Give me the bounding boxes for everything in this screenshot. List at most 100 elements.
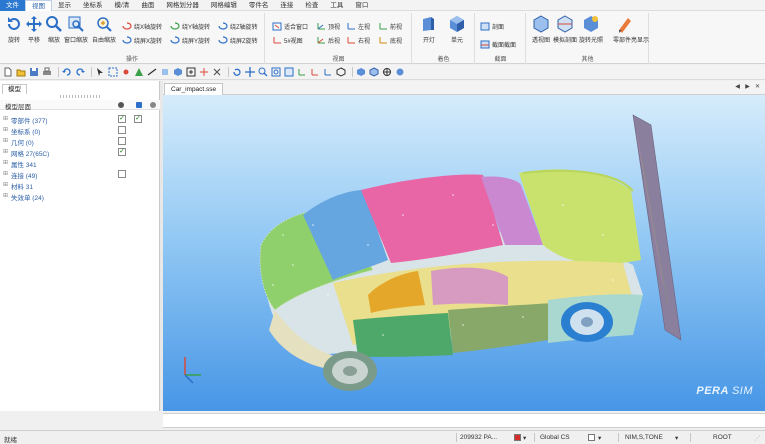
side-icon[interactable] [310,67,320,77]
back-view-button[interactable]: 后视 [316,35,340,45]
invert-icon[interactable] [199,67,209,77]
shaded-icon[interactable] [356,67,366,77]
status-dropdown-arrow[interactable]: ▾ [675,434,678,442]
3d-viewport[interactable]: PERA SIM [163,95,765,411]
zoom-window-icon[interactable] [271,67,281,77]
fit-window-button[interactable]: 适合窗口 [272,21,308,31]
redo-icon[interactable] [75,67,85,77]
free-zoom-button[interactable]: 自由缩放 [92,15,116,44]
bottom-view-button[interactable]: 底视 [378,35,402,45]
menu-mesher[interactable]: 网格划分器 [160,0,205,11]
status-mode[interactable]: NIM,S,TONE [625,434,663,441]
top-icon[interactable] [323,67,333,77]
tree-item-properties[interactable]: ⊞ 属性 341 [0,157,160,169]
expand-icon[interactable]: ⊞ [3,170,8,177]
tree-item-mesh[interactable]: ⊞ 网格 27(65C) ✓ [0,146,160,158]
window-zoom-button[interactable]: 窗口缩放 [64,15,88,44]
expand-icon[interactable]: ⊞ [3,126,8,133]
highlight-part-button[interactable]: 零部件亮显示 [613,15,649,44]
lighting-icon[interactable] [395,67,405,77]
tree-item-failed-elements[interactable]: ⊞ 失效单 (24) [0,190,160,202]
pick-checkbox[interactable]: ✓ [134,114,142,123]
menu-surface[interactable]: 曲面 [135,0,160,11]
pick-node-icon[interactable] [121,67,131,77]
tab-close-icon[interactable]: ✕ [754,84,761,91]
new-file-icon[interactable] [3,67,13,77]
tab-car-impact[interactable]: Car_impact.sse [164,83,224,95]
expand-icon[interactable]: ⊞ [3,148,8,155]
save-icon[interactable] [29,67,39,77]
resize-grip-icon[interactable]: ⋰ [754,434,761,442]
element-button[interactable]: 单元 [445,15,469,44]
mesh-icon[interactable] [382,67,392,77]
section-button[interactable]: 剖面 [480,21,504,31]
perspective-button[interactable]: 透视图 [529,15,553,44]
rotate-x-button[interactable]: 绕X轴旋转 [122,21,162,31]
rotate-y-button[interactable]: 绕Y轴旋转 [170,21,210,31]
menu-view[interactable]: 视图 [25,0,52,11]
wireframe-icon[interactable] [369,67,379,77]
print-icon[interactable] [42,67,52,77]
pick-face-icon[interactable] [160,67,170,77]
status-color-swatch[interactable] [514,434,521,441]
tree-item-parts[interactable]: ⊞ 零部件 (377) ✓ ✓ [0,113,160,125]
menu-mesh-edit[interactable]: 网格编辑 [205,0,243,11]
left-view-button[interactable]: 左视 [346,21,370,31]
visibility-checkbox[interactable] [118,136,126,145]
expand-icon[interactable]: ⊞ [3,181,8,188]
box-select-icon[interactable] [108,67,118,77]
menu-check[interactable]: 检查 [299,0,324,11]
visibility-checkbox[interactable]: ✓ [118,147,126,156]
expand-icon[interactable]: ⊞ [3,137,8,144]
rotate-screen-y-button[interactable]: 绕屏Y旋转 [170,35,210,45]
rotate-screen-z-button[interactable]: 绕屏Z旋转 [218,35,258,45]
visibility-checkbox[interactable] [118,125,126,134]
status-dropdown-arrow[interactable]: ▾ [598,434,601,442]
menu-tools[interactable]: 工具 [324,0,349,11]
expand-icon[interactable]: ⊞ [3,159,8,166]
expand-icon[interactable]: ⊞ [3,115,8,122]
fit-all-icon[interactable] [284,67,294,77]
clear-icon[interactable] [212,67,222,77]
panel-grip[interactable] [60,95,100,98]
rotate-light-button[interactable]: 旋转光照 [579,15,603,44]
menu-window[interactable]: 窗口 [349,0,374,11]
tree-item-geometry[interactable]: ⊞ 几何 (0) [0,135,160,147]
menu-display[interactable]: 显示 [52,0,77,11]
visibility-checkbox[interactable] [118,169,126,178]
status-coordinate-system[interactable]: Global CS [540,434,570,441]
iso-icon[interactable] [336,67,346,77]
rotate-screen-x-button[interactable]: 绕屏X旋转 [122,35,162,45]
pick-part-icon[interactable] [173,67,183,77]
section-plane-button[interactable]: 截面截面 [480,39,516,49]
rotate-view-icon[interactable] [232,67,242,77]
pan-view-icon[interactable] [245,67,255,77]
top-view-button[interactable]: 顶视 [316,21,340,31]
undo-icon[interactable] [62,67,72,77]
lights-button[interactable]: 开灯 [417,15,441,44]
menu-model[interactable]: 模/清 [109,0,136,11]
tab-prev-icon[interactable]: ◀ [734,84,741,91]
view-5-button[interactable]: 5#视图 [272,35,303,45]
select-icon[interactable] [95,67,105,77]
front-icon[interactable] [297,67,307,77]
sim-section-button[interactable]: 模拟剖面 [553,15,577,44]
tab-next-icon[interactable]: ▶ [744,84,751,91]
tree-item-connections[interactable]: ⊞ 连接 (49) [0,168,160,180]
status-dropdown-arrow[interactable]: ▾ [523,434,526,442]
tree-item-materials[interactable]: ⊞ 材料 31 [0,179,160,191]
pick-all-icon[interactable] [186,67,196,77]
status-display-swatch[interactable] [588,434,595,441]
front-view-button[interactable]: 前视 [378,21,402,31]
open-folder-icon[interactable] [16,67,26,77]
menu-connect[interactable]: 连接 [274,0,299,11]
menu-file[interactable]: 文件 [0,0,25,11]
command-input[interactable] [163,413,765,428]
tab-model[interactable]: 模型 [2,84,27,94]
menu-part[interactable]: 零件名 [243,0,275,11]
zoom-button[interactable]: 缩放 [42,15,66,44]
zoom-view-icon[interactable] [258,67,268,77]
menu-coord-system[interactable]: 坐标系 [77,0,109,11]
tree-item-coord-systems[interactable]: ⊞ 坐标系 (0) [0,124,160,136]
rotate-z-button[interactable]: 绕Z轴旋转 [218,21,258,31]
